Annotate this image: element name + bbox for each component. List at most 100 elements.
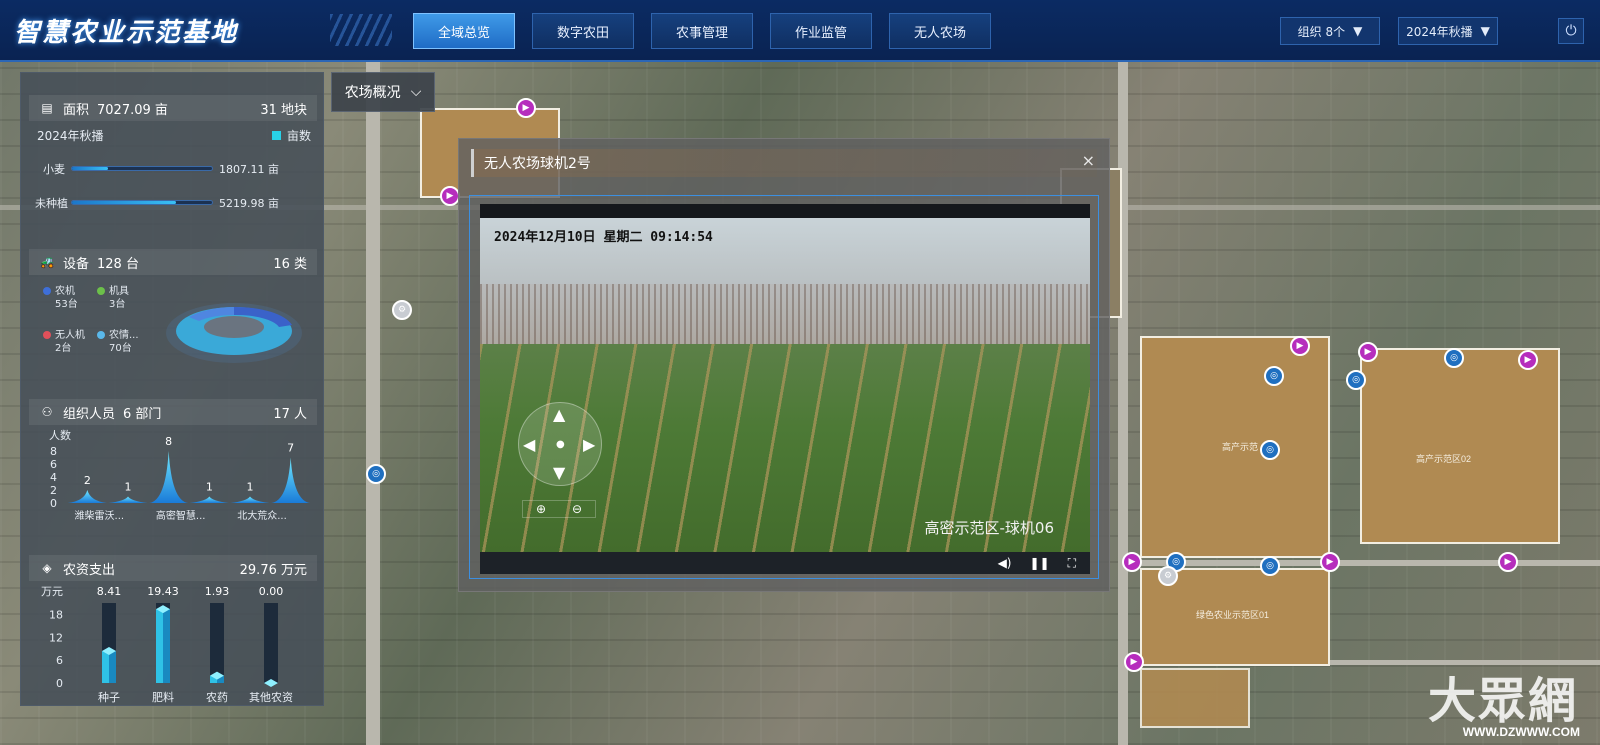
video-player[interactable]: 2024年12月10日 星期二 09:14:54 高密示范区-球机06 ▲ ▼ … — [480, 204, 1090, 574]
equipment-label: 设备 — [63, 256, 90, 272]
tab-digital-field[interactable]: 数字农田 — [532, 13, 634, 49]
drone-marker-icon[interactable]: ◎ — [1264, 366, 1284, 386]
costs-section: ◈ 农资支出 29.76 万元 万元 0 6 12 18 8.41 种子 19.43 肥料 1.9… — [29, 555, 317, 705]
x-tick-label: 农药 — [206, 690, 228, 704]
data-label: 2 — [84, 474, 91, 487]
ptz-down-icon[interactable]: ▼ — [553, 465, 565, 481]
tab-unmanned-farm[interactable]: 无人农场 — [889, 13, 991, 49]
camera-marker-icon[interactable]: ▶ — [1498, 552, 1518, 572]
camera-marker-icon[interactable]: ▶ — [1124, 652, 1144, 672]
chevron-down-icon: ▼ — [1353, 24, 1363, 38]
legend-count: 3台 — [109, 299, 126, 310]
tractor-icon: 🚜 — [39, 255, 55, 269]
ptz-center-icon[interactable]: ● — [556, 437, 565, 453]
modal-title: 无人农场球机2号 — [471, 149, 1097, 177]
y-tick-label: 0 — [50, 497, 57, 510]
data-label: 1.93 — [205, 585, 230, 598]
zoom-in-icon[interactable]: ⊕ — [536, 502, 546, 516]
crop-name: 小麦 — [43, 163, 65, 176]
camera-marker-icon[interactable]: ▶ — [516, 98, 536, 118]
volume-icon[interactable]: ◀) — [998, 556, 1012, 570]
drone-marker-icon[interactable]: ◎ — [1260, 440, 1280, 460]
y-tick-label: 18 — [49, 609, 63, 622]
staff-header: ⚇ 组织人员 6 部门 17 人 — [29, 399, 317, 425]
ptz-right-icon[interactable]: ▶ — [583, 437, 595, 453]
area-section: ▤ 面积 7027.09 亩 31 地块 2024年秋播 亩数 小麦 1807.… — [29, 95, 317, 235]
ptz-control[interactable]: ▲ ▼ ◀ ▶ ● — [518, 402, 602, 486]
data-label: 1 — [247, 481, 254, 494]
title-decoration — [330, 14, 392, 46]
crop-name: 未种植 — [35, 197, 68, 210]
staff-label: 组织人员 — [63, 406, 116, 422]
chevron-down-icon: ⌵ — [410, 84, 422, 100]
video-camera-name: 高密示范区-球机06 — [924, 519, 1054, 537]
video-frame: 2024年12月10日 星期二 09:14:54 高密示范区-球机06 ▲ ▼ … — [469, 195, 1099, 579]
y-axis-label: 人数 — [49, 429, 71, 442]
left-stats-panel: ▤ 面积 7027.09 亩 31 地块 2024年秋播 亩数 小麦 1807.… — [20, 72, 324, 706]
camera-marker-icon[interactable]: ▶ — [1358, 342, 1378, 362]
drone-marker-icon[interactable]: ◎ — [1444, 348, 1464, 368]
y-tick-label: 4 — [50, 471, 57, 484]
tractor-marker-icon[interactable]: ⚙ — [1158, 566, 1178, 586]
x-tick-label: 其他农资 — [249, 690, 293, 704]
fullscreen-icon[interactable]: ⛶ — [1068, 556, 1076, 571]
data-label: 19.43 — [147, 585, 179, 598]
camera-marker-icon[interactable]: ▶ — [1518, 350, 1538, 370]
area-season: 2024年秋播 — [37, 129, 104, 143]
crop-value: 1807.11 亩 — [219, 163, 279, 176]
camera-marker-icon[interactable]: ▶ — [440, 186, 460, 206]
bar-track — [210, 603, 224, 683]
tab-operation-supervision[interactable]: 作业监管 — [770, 13, 872, 49]
farm-overview-button[interactable]: 农场概况 ⌵ — [331, 72, 435, 112]
power-icon[interactable]: ⏻ — [1558, 18, 1584, 44]
drone-marker-icon[interactable]: ◎ — [1260, 556, 1280, 576]
data-label: 8 — [165, 435, 172, 448]
org-select[interactable]: 组织 8个 ▼ — [1280, 17, 1380, 45]
x-tick-label: 种子 — [98, 690, 120, 704]
y-tick-label: 6 — [50, 458, 57, 471]
zoom-out-icon[interactable]: ⊖ — [572, 502, 582, 516]
legend-dot — [97, 331, 105, 339]
field-icon: ▤ — [41, 101, 53, 115]
camera-marker-icon[interactable]: ▶ — [1320, 552, 1340, 572]
ptz-up-icon[interactable]: ▲ — [553, 407, 565, 423]
staff-spike — [149, 451, 189, 503]
zone-label: 绿色农业示范区01 — [1196, 610, 1270, 620]
area-header: ▤ 面积 7027.09 亩 31 地块 — [29, 95, 317, 121]
x-tick-label: 高密智慧... — [156, 509, 206, 522]
pause-icon[interactable]: ❚❚ — [1029, 556, 1049, 570]
area-legend-label: 亩数 — [286, 129, 311, 143]
camera-marker-icon[interactable]: ▶ — [1290, 336, 1310, 356]
zone-label: 高产示范 — [1222, 442, 1259, 452]
bag-icon: ◈ — [42, 561, 52, 575]
drone-marker-icon[interactable]: ◎ — [1346, 370, 1366, 390]
staff-section: ⚇ 组织人员 6 部门 17 人 人数 0 2 4 6 8 2 潍柴雷沃... 1 8 高密智慧..… — [29, 399, 317, 539]
area-value: 7027.09 亩 — [97, 102, 168, 118]
costs-header: ◈ 农资支出 29.76 万元 — [29, 555, 317, 581]
legend-dot — [97, 287, 105, 295]
tab-farm-management[interactable]: 农事管理 — [651, 13, 753, 49]
camera-marker-icon[interactable]: ▶ — [1122, 552, 1142, 572]
season-select[interactable]: 2024年秋播 ▼ — [1398, 17, 1498, 45]
bar-shade — [163, 609, 170, 683]
x-tick-label: 潍柴雷沃... — [75, 509, 125, 522]
equipment-legend-item: 农情... 70台 — [97, 329, 139, 355]
tractor-marker-icon[interactable]: ⚙ — [392, 300, 412, 320]
legend-name: 无人机 — [55, 330, 85, 341]
watermark-url: WWW.DZWWW.COM — [1462, 725, 1580, 739]
tab-overview[interactable]: 全域总览 — [413, 13, 515, 49]
crop-progress-bar — [71, 166, 213, 171]
drone-marker-icon[interactable]: ◎ — [366, 464, 386, 484]
y-tick-label: 6 — [56, 654, 63, 667]
ptz-left-icon[interactable]: ◀ — [523, 437, 535, 453]
crop-value: 5219.98 亩 — [219, 197, 279, 210]
legend-name: 农情... — [109, 330, 139, 341]
equipment-header: 🚜 设备 128 台 16 类 — [29, 249, 317, 275]
equipment-section: 🚜 设备 128 台 16 类 农机 53台 机具 3台 无人机 2台 农情... 70… — [29, 249, 317, 379]
legend-count: 70台 — [109, 343, 132, 354]
data-label: 8.41 — [97, 585, 122, 598]
legend-dot — [43, 331, 51, 339]
close-icon[interactable]: × — [1082, 151, 1095, 170]
legend-dot — [43, 287, 51, 295]
y-tick-label: 12 — [49, 631, 63, 644]
